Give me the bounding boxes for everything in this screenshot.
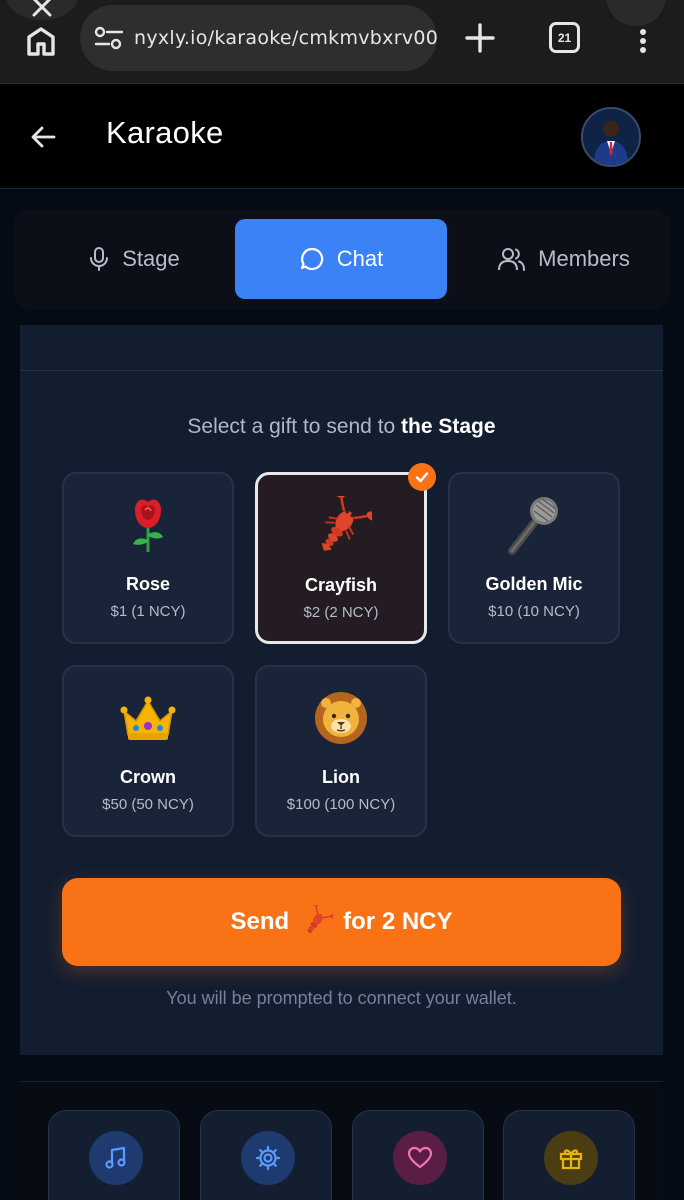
- plus-icon: [465, 23, 495, 53]
- gift-price: $1 (1 NCY): [110, 603, 186, 620]
- gift-name: Rose: [125, 574, 170, 594]
- overflow-circle: [606, 0, 666, 26]
- tab-bar: Stage Chat Members: [14, 209, 670, 309]
- avatar[interactable]: [581, 107, 641, 167]
- close-tab-button[interactable]: [6, 0, 78, 20]
- music-note-icon: [89, 1131, 143, 1185]
- tab-label: Stage: [122, 246, 180, 271]
- site-settings-icon[interactable]: [94, 26, 124, 50]
- selected-check-icon: [408, 463, 436, 491]
- settings-action-button[interactable]: [200, 1110, 332, 1200]
- tab-members[interactable]: Members: [469, 219, 659, 299]
- bottom-action-bar: [20, 1081, 663, 1200]
- gear-icon: [241, 1131, 295, 1185]
- gift-card-golden-mic[interactable]: Golden Mic $10 (10 NCY): [448, 472, 620, 644]
- divider: [20, 370, 663, 371]
- gift-price: $10 (10 NCY): [488, 603, 580, 620]
- gift-card-crayfish[interactable]: Crayfish $2 (2 NCY): [255, 463, 436, 644]
- gift-price: $100 (100 NCY): [286, 796, 396, 813]
- music-action-button[interactable]: [48, 1110, 180, 1200]
- app-header: Karaoke: [0, 85, 684, 189]
- lion-icon: [310, 687, 372, 749]
- heart-icon: [393, 1131, 447, 1185]
- user-photo-icon: [583, 109, 639, 165]
- gift-action-button[interactable]: [503, 1110, 635, 1200]
- tab-label: Chat: [336, 246, 384, 271]
- gift-name: Crown: [120, 767, 176, 787]
- rose-icon: [117, 494, 179, 556]
- page-title: Karaoke: [106, 115, 224, 150]
- send-gift-button[interactable]: Send for 2 NCY: [62, 878, 621, 966]
- prompt-text: Select a gift to send to: [187, 415, 396, 438]
- gift-price: $2 (2 NCY): [303, 604, 379, 621]
- microphone-icon: [503, 494, 565, 556]
- arrow-left-icon: [31, 126, 56, 148]
- more-vert-icon: [640, 29, 646, 53]
- gift-name: Crayfish: [304, 575, 378, 595]
- crayfish-icon: [307, 905, 334, 933]
- gift-card-lion[interactable]: Lion $100 (100 NCY): [255, 665, 427, 837]
- tab-switcher-button[interactable]: 21: [549, 22, 580, 53]
- tab-stage[interactable]: Stage: [54, 219, 214, 299]
- chat-bubble-icon: [300, 247, 323, 271]
- browser-toolbar: nyxly.io/karaoke/cmkmvbxrv000 21: [0, 0, 684, 84]
- home-icon: [27, 27, 55, 56]
- send-amount: for 2 NCY: [343, 908, 453, 935]
- crown-icon: [117, 687, 179, 749]
- favorite-action-button[interactable]: [352, 1110, 484, 1200]
- gift-card-crown[interactable]: Crown $50 (50 NCY): [62, 665, 234, 837]
- send-label: Send: [230, 908, 290, 935]
- browser-menu-button[interactable]: [636, 28, 650, 54]
- close-icon: [32, 0, 52, 17]
- wallet-note: You will be prompted to connect your wal…: [166, 988, 517, 1008]
- mic-icon: [90, 247, 109, 271]
- gift-icon: [544, 1131, 598, 1185]
- back-button[interactable]: [28, 121, 60, 153]
- gift-card-rose[interactable]: Rose $1 (1 NCY): [62, 472, 234, 644]
- gift-name: Golden Mic: [485, 574, 583, 594]
- users-icon: [498, 248, 526, 271]
- address-bar[interactable]: nyxly.io/karaoke/cmkmvbxrv000: [80, 5, 437, 71]
- new-tab-button[interactable]: [462, 20, 498, 56]
- tab-label: Members: [538, 246, 630, 271]
- gift-price: $50 (50 NCY): [102, 796, 194, 813]
- gift-prompt: Select a gift to send to the Stage: [20, 415, 663, 439]
- gift-panel: Select a gift to send to the Stage Rose …: [20, 325, 663, 1055]
- url-text: nyxly.io/karaoke/cmkmvbxrv000: [134, 27, 437, 49]
- page: Karaoke Stage Chat Members Select a gift…: [0, 85, 684, 1200]
- home-button[interactable]: [24, 24, 58, 58]
- gift-name: Lion: [322, 767, 360, 787]
- tab-chat[interactable]: Chat: [235, 219, 447, 299]
- tab-count: 21: [557, 30, 572, 45]
- crayfish-icon: [310, 495, 372, 557]
- prompt-target: the Stage: [401, 415, 496, 438]
